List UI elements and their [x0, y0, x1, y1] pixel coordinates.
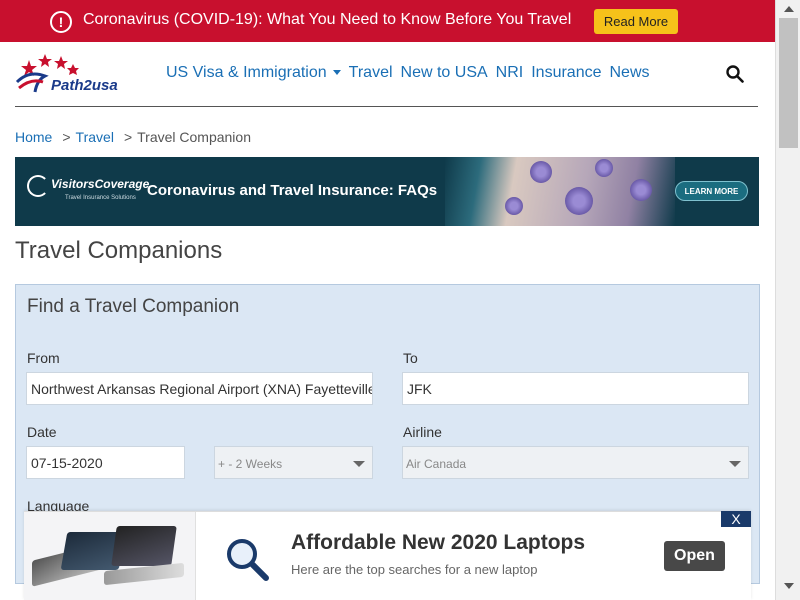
- logo-text: Path2usa: [51, 77, 118, 94]
- date-range-value: + - 2 Weeks: [218, 457, 283, 471]
- breadcrumb: Home > Travel > Travel Companion: [15, 129, 251, 145]
- from-input[interactable]: Northwest Arkansas Regional Airport (XNA…: [26, 372, 373, 405]
- magnifier-icon: [227, 539, 269, 581]
- airline-label: Airline: [403, 424, 442, 440]
- site-header: Path2usa US Visa & Immigration Travel Ne…: [15, 42, 758, 107]
- panel-title: Find a Travel Companion: [27, 296, 240, 317]
- nav-item-new-to-usa[interactable]: New to USA: [401, 64, 488, 82]
- to-input[interactable]: JFK: [402, 372, 749, 405]
- date-range-select[interactable]: + - 2 Weeks: [214, 446, 373, 479]
- virus-icon: [530, 161, 552, 183]
- laptop-ad[interactable]: Affordable New 2020 Laptops Here are the…: [24, 511, 751, 600]
- virus-icon: [595, 159, 613, 177]
- info-icon: !: [50, 11, 72, 33]
- page-scrollbar[interactable]: [775, 0, 800, 600]
- close-ad-button[interactable]: X: [721, 511, 751, 527]
- ad-headline: Affordable New 2020 Laptops: [291, 531, 586, 554]
- scroll-up-arrow-icon[interactable]: [784, 6, 794, 12]
- virus-icon: [505, 197, 523, 215]
- to-label: To: [403, 350, 418, 366]
- scroll-down-arrow-icon[interactable]: [784, 583, 794, 589]
- page-title: Travel Companions: [15, 237, 223, 264]
- ad-brand-sub: Travel Insurance Solutions: [65, 195, 136, 201]
- nav-item-travel[interactable]: Travel: [349, 64, 393, 82]
- breadcrumb-current: Travel Companion: [137, 129, 251, 145]
- date-label: Date: [27, 424, 57, 440]
- open-button[interactable]: Open: [664, 541, 725, 571]
- from-label: From: [27, 350, 60, 366]
- date-input[interactable]: 07-15-2020: [26, 446, 185, 479]
- ad-subtext: Here are the top searches for a new lapt…: [291, 562, 538, 577]
- virus-icon: [630, 179, 652, 201]
- nav-item-news[interactable]: News: [609, 64, 649, 82]
- chevron-down-icon: [729, 461, 741, 467]
- learn-more-button[interactable]: LEARN MORE: [675, 181, 748, 201]
- breadcrumb-travel[interactable]: Travel: [76, 129, 114, 145]
- read-more-button[interactable]: Read More: [594, 9, 678, 34]
- ad-brand: VisitorsCoverage: [51, 177, 150, 191]
- laptop-image: [24, 512, 195, 600]
- scrollbar-thumb[interactable]: [779, 18, 798, 148]
- main-nav: US Visa & Immigration Travel New to USA …: [166, 64, 650, 82]
- search-icon[interactable]: [726, 65, 744, 83]
- covid-alert-bar: ! Coronavirus (COVID-19): What You Need …: [0, 0, 775, 42]
- chevron-down-icon: [353, 461, 365, 467]
- breadcrumb-home[interactable]: Home: [15, 129, 52, 145]
- breadcrumb-separator: >: [123, 129, 133, 145]
- chevron-down-icon: [332, 70, 341, 76]
- site-logo[interactable]: Path2usa: [15, 52, 140, 97]
- alert-text[interactable]: Coronavirus (COVID-19): What You Need to…: [83, 11, 571, 29]
- nav-item-nri[interactable]: NRI: [496, 64, 524, 82]
- nav-item-insurance[interactable]: Insurance: [531, 64, 601, 82]
- airline-value: Air Canada: [406, 457, 467, 471]
- breadcrumb-separator: >: [62, 129, 71, 145]
- virus-icon: [565, 187, 593, 215]
- nav-item-us-visa[interactable]: US Visa & Immigration: [166, 64, 341, 82]
- insurance-ad-banner[interactable]: VisitorsCoverage Travel Insurance Soluti…: [15, 157, 759, 226]
- airline-select[interactable]: Air Canada: [402, 446, 749, 479]
- ad-image: [445, 157, 675, 226]
- visitorscoverage-logo-icon: [27, 175, 49, 197]
- laptop-shape: [111, 526, 177, 566]
- ad-title: Coronavirus and Travel Insurance: FAQs: [147, 182, 438, 199]
- ad-divider: [195, 512, 196, 600]
- nav-label: US Visa & Immigration: [166, 64, 327, 81]
